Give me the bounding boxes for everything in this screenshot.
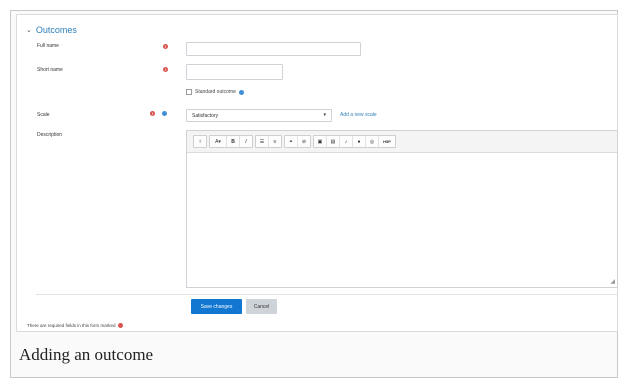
unlink-icon[interactable]: ⊘ bbox=[298, 136, 310, 147]
media-icon[interactable]: ▤ bbox=[327, 136, 340, 147]
required-icon: ! bbox=[163, 67, 168, 72]
help-icon[interactable] bbox=[162, 111, 167, 116]
toolbar-group: ⚭ ⊘ bbox=[284, 135, 311, 148]
bold-icon[interactable]: B bbox=[227, 136, 240, 147]
info-icon[interactable]: i bbox=[194, 136, 206, 147]
scale-selected-value: Satisfactory bbox=[192, 113, 219, 119]
shortname-label: Short name bbox=[37, 67, 63, 73]
fullname-label: Full name bbox=[37, 43, 59, 49]
section-header[interactable]: ⌄ Outcomes bbox=[26, 25, 77, 35]
scale-label: Scale bbox=[37, 112, 50, 118]
toolbar-group: ☰ ≡ bbox=[255, 135, 282, 148]
section-title: Outcomes bbox=[35, 25, 77, 35]
bullet-list-icon[interactable]: ☰ bbox=[256, 136, 269, 147]
cancel-button[interactable]: Cancel bbox=[246, 299, 277, 314]
add-new-scale-link[interactable]: Add a new scale bbox=[340, 112, 377, 118]
font-size-icon[interactable]: A▾ bbox=[210, 136, 227, 147]
record-video-icon[interactable]: ● bbox=[353, 136, 366, 147]
required-icon bbox=[117, 323, 123, 328]
image-icon[interactable]: ▣ bbox=[314, 136, 327, 147]
h5p-icon[interactable]: H5P bbox=[379, 136, 395, 147]
required-fields-note: There are required fields in this form m… bbox=[27, 323, 126, 328]
editor-toolbar: i A▾ B I ☰ ≡ ⚭ ⊘ ▣ ▤ ♪ ● ◎ H5P bbox=[187, 131, 617, 153]
link-icon[interactable]: ⚭ bbox=[285, 136, 298, 147]
shortname-input[interactable] bbox=[186, 64, 283, 80]
record-audio-icon[interactable]: ♪ bbox=[340, 136, 353, 147]
chevron-down-icon: ▾ bbox=[323, 112, 326, 118]
manage-files-icon[interactable]: ◎ bbox=[366, 136, 379, 147]
standard-outcome-checkbox[interactable] bbox=[186, 89, 192, 95]
form-divider bbox=[36, 294, 618, 295]
fullname-input[interactable] bbox=[186, 42, 361, 56]
help-icon[interactable] bbox=[238, 89, 244, 95]
toolbar-group: ▣ ▤ ♪ ● ◎ H5P bbox=[313, 135, 396, 148]
figure-caption: Adding an outcome bbox=[19, 345, 154, 364]
toolbar-group: i bbox=[193, 135, 207, 148]
standard-outcome-row: Standard outcome bbox=[186, 89, 244, 95]
required-icon: ! bbox=[150, 111, 155, 116]
required-note-text: There are required fields in this form m… bbox=[27, 323, 116, 328]
toolbar-group: A▾ B I bbox=[209, 135, 253, 148]
period: . bbox=[124, 323, 126, 328]
description-editor[interactable]: i A▾ B I ☰ ≡ ⚭ ⊘ ▣ ▤ ♪ ● ◎ H5P ◢ bbox=[186, 130, 618, 288]
resize-handle-icon[interactable]: ◢ bbox=[610, 278, 615, 285]
numbered-list-icon[interactable]: ≡ bbox=[269, 136, 281, 147]
standard-outcome-label: Standard outcome bbox=[195, 89, 236, 95]
scale-select[interactable]: Satisfactory ▾ bbox=[186, 109, 332, 122]
italic-icon[interactable]: I bbox=[240, 136, 252, 147]
chevron-down-icon[interactable]: ⌄ bbox=[26, 26, 32, 34]
required-icon: ! bbox=[163, 44, 168, 49]
save-changes-button[interactable]: Save changes bbox=[191, 299, 242, 314]
description-label: Description bbox=[37, 132, 63, 138]
